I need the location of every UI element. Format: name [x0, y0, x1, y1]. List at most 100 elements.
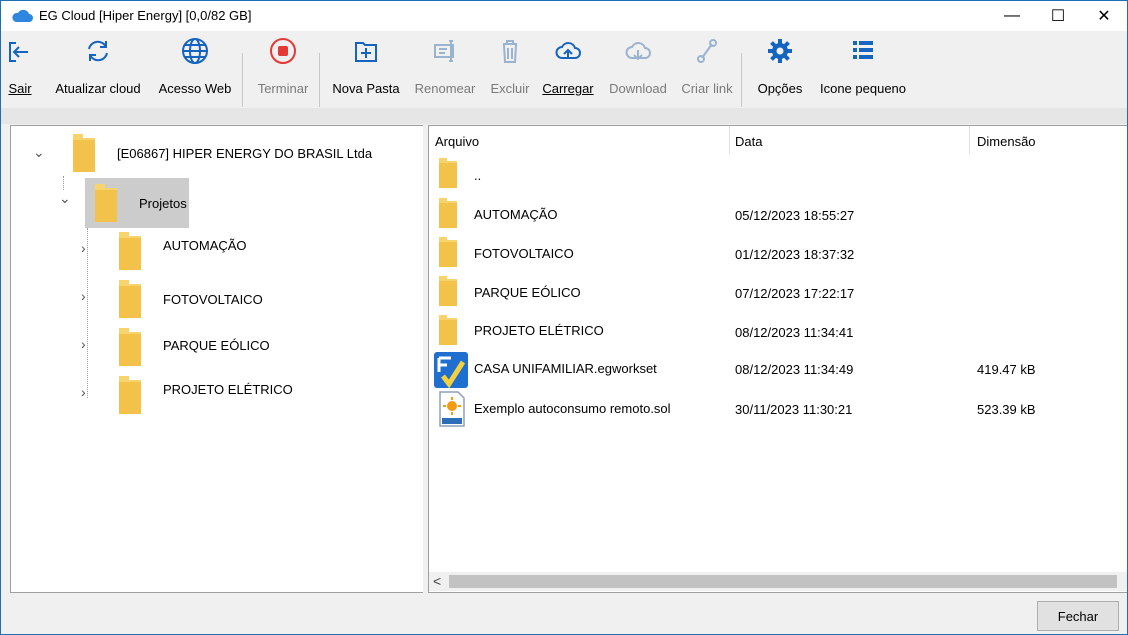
maximize-button[interactable]: ☐ [1035, 1, 1081, 31]
tree-selected-label: Projetos [139, 195, 187, 211]
folder-icon [439, 198, 457, 228]
tree-item-parque-eolico[interactable]: PARQUE EÓLICO [117, 326, 270, 368]
globe-icon [155, 35, 235, 75]
tree-line [63, 176, 64, 190]
icone-pequeno-button[interactable]: Icone pequeno [815, 35, 911, 103]
tree-child-label: PARQUE EÓLICO [163, 337, 270, 353]
column-header-data[interactable]: Data [735, 134, 762, 149]
pane-splitter[interactable] [423, 125, 427, 593]
folder-icon [119, 376, 141, 414]
egworkset-file-icon [434, 352, 468, 389]
table-row[interactable]: CASA UNIFAMILIAR.egworkset 08/12/2023 11… [429, 350, 1127, 390]
file-list[interactable]: Arquivo Data Dimensão .. AUTOMAÇÃO 05/12… [428, 125, 1127, 593]
folder-icon [95, 184, 117, 222]
file-name: .. [474, 168, 482, 183]
toolbar-bottom-strip [1, 108, 1127, 124]
rename-icon [411, 35, 479, 75]
trash-icon [487, 35, 533, 75]
column-divider [969, 126, 970, 154]
upload-cloud-icon [539, 35, 597, 75]
file-date: 08/12/2023 11:34:41 [735, 325, 854, 340]
toolbar-separator [242, 53, 243, 107]
column-header-arquivo[interactable]: Arquivo [435, 134, 479, 149]
column-header-dimensao[interactable]: Dimensão [977, 134, 1036, 149]
excluir-button[interactable]: Excluir [487, 35, 533, 103]
opcoes-button[interactable]: Opções [753, 35, 807, 103]
horizontal-scrollbar[interactable]: < [429, 572, 1127, 591]
close-window-button[interactable]: ✕ [1081, 1, 1127, 31]
new-folder-icon [329, 35, 403, 75]
terminar-button[interactable]: Terminar [251, 35, 315, 103]
table-row[interactable]: PROJETO ELÉTRICO 08/12/2023 11:34:41 [429, 313, 1127, 353]
list-icon [815, 35, 911, 75]
chevron-down-icon[interactable]: ⌄ [33, 144, 45, 161]
minimize-button[interactable]: — [989, 1, 1035, 31]
tree-item-projeto-eletrico[interactable]: PROJETO ELÉTRICO [117, 374, 293, 416]
gear-icon [753, 35, 807, 75]
exit-icon [5, 35, 35, 75]
criar-link-button[interactable]: Criar link [679, 35, 735, 103]
download-button[interactable]: Download [603, 35, 673, 103]
table-row[interactable]: PARQUE EÓLICO 07/12/2023 17:22:17 [429, 274, 1127, 314]
nova-pasta-button[interactable]: Nova Pasta [329, 35, 403, 103]
scrollbar-thumb[interactable] [449, 575, 1117, 588]
nova-pasta-label: Nova Pasta [332, 81, 400, 96]
acesso-web-label: Acesso Web [158, 81, 232, 96]
folder-icon [73, 134, 95, 172]
chevron-down-icon[interactable]: ⌄ [59, 190, 71, 207]
atualizar-cloud-button[interactable]: Atualizar cloud [49, 35, 147, 103]
link-icon [679, 35, 735, 75]
atualizar-label: Atualizar cloud [55, 81, 141, 96]
title-bar: EG Cloud [Hiper Energy] [0,0/82 GB] — ☐ … [1, 1, 1127, 31]
file-date: 07/12/2023 17:22:17 [735, 286, 855, 301]
chevron-right-icon[interactable]: › [81, 240, 86, 256]
excluir-label: Excluir [490, 81, 530, 96]
folder-icon [439, 276, 457, 306]
file-name: AUTOMAÇÃO [474, 207, 558, 222]
carregar-label: Carregar [542, 81, 594, 96]
sair-button[interactable]: Sair [5, 35, 35, 103]
icone-pequeno-label: Icone pequeno [819, 81, 907, 96]
carregar-button[interactable]: Carregar [539, 35, 597, 103]
file-size: 523.39 kB [977, 402, 1036, 417]
file-name: Exemplo autoconsumo remoto.sol [474, 401, 671, 416]
download-cloud-icon [603, 35, 673, 75]
tree-item-fotovoltaico[interactable]: FOTOVOLTAICO [117, 278, 263, 320]
table-row[interactable]: FOTOVOLTAICO 01/12/2023 18:37:32 [429, 235, 1127, 275]
download-label: Download [609, 81, 667, 96]
toolbar-separator [319, 53, 320, 107]
stop-icon [251, 35, 315, 75]
tree-child-label: FOTOVOLTAICO [163, 291, 263, 307]
tree-item-root[interactable]: [E06867] HIPER ENERGY DO BRASIL Ltda [71, 132, 372, 174]
scroll-left-arrow[interactable]: < [433, 573, 441, 589]
folder-icon [439, 315, 457, 345]
file-date: 05/12/2023 18:55:27 [735, 208, 855, 223]
column-divider [729, 126, 730, 154]
sol-file-icon [439, 391, 465, 427]
tree-item-projetos[interactable]: Projetos [85, 178, 189, 228]
folder-icon [119, 328, 141, 366]
tree-item-automacao[interactable]: AUTOMAÇÃO [117, 230, 247, 272]
table-row[interactable]: .. [429, 156, 1127, 196]
table-row[interactable]: Exemplo autoconsumo remoto.sol 30/11/202… [429, 390, 1127, 430]
tree-line [87, 228, 88, 398]
folder-tree[interactable]: ⌄ [E06867] HIPER ENERGY DO BRASIL Ltda ⌄… [10, 125, 424, 593]
app-window: EG Cloud [Hiper Energy] [0,0/82 GB] — ☐ … [0, 0, 1128, 635]
opcoes-label: Opções [757, 81, 803, 96]
chevron-right-icon[interactable]: › [81, 288, 86, 304]
file-size: 419.47 kB [977, 362, 1036, 377]
chevron-right-icon[interactable]: › [81, 384, 86, 400]
file-name: PROJETO ELÉTRICO [474, 323, 604, 338]
folder-icon [119, 232, 141, 270]
toolbar-separator [741, 53, 742, 107]
acesso-web-button[interactable]: Acesso Web [155, 35, 235, 103]
file-name: CASA UNIFAMILIAR.egworkset [474, 361, 657, 376]
file-name: PARQUE EÓLICO [474, 285, 581, 300]
renomear-button[interactable]: Renomear [411, 35, 479, 103]
chevron-right-icon[interactable]: › [81, 336, 86, 352]
cloud-icon [12, 9, 33, 22]
folder-icon [119, 280, 141, 318]
table-row[interactable]: AUTOMAÇÃO 05/12/2023 18:55:27 [429, 196, 1127, 236]
fechar-button[interactable]: Fechar [1037, 601, 1119, 631]
folder-icon [439, 237, 457, 267]
